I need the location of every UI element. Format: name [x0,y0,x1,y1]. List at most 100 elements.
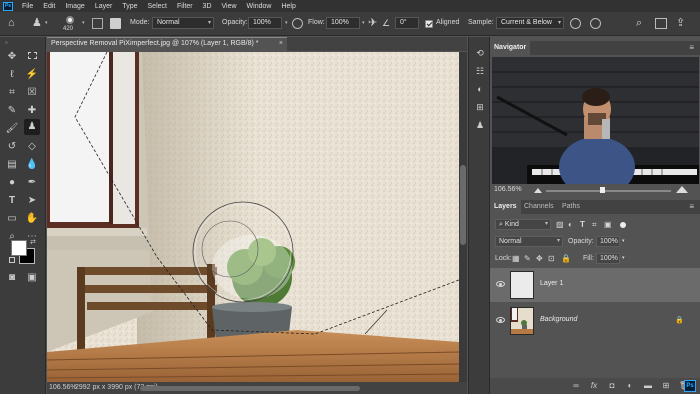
panel-menu-icon[interactable]: ≡ [689,43,694,52]
type-icon[interactable]: T [4,193,20,209]
libraries-panel-icon[interactable]: ⊞ [474,101,486,113]
smart-object-filter-icon[interactable]: ▣ [604,220,612,229]
clone-stamp-preset-icon[interactable]: ♟ [32,17,42,29]
opacity-caret-icon[interactable]: ▾ [622,238,625,244]
shape-filter-icon[interactable]: ⌗ [592,220,597,230]
search-icon[interactable]: ⌕ [636,17,642,29]
rectangle-icon[interactable]: ▭ [4,211,20,227]
path-select-icon[interactable]: ➤ [24,193,40,209]
move-tool-icon[interactable]: ✥ [4,49,20,65]
adjustments-panel-icon[interactable]: ◐ [474,83,486,95]
brush-preview-icon[interactable] [62,15,78,25]
zoom-out-icon[interactable] [534,188,542,193]
lock-artboard-icon[interactable]: ⊡ [548,254,555,263]
opacity-caret-icon[interactable]: ▾ [285,20,288,26]
tab-paths[interactable]: Paths [558,200,584,214]
blur-icon[interactable]: 💧 [24,157,40,173]
vertical-scroll-thumb[interactable] [460,165,466,245]
share-icon[interactable]: ⇪ [676,17,685,29]
lock-pixels-icon[interactable]: ✎ [524,254,531,263]
sample-dropdown[interactable]: Current & Below ▾ [496,17,564,29]
airbrush-icon[interactable]: ✈ [368,17,377,29]
filter-toggle-icon[interactable] [620,222,626,228]
brush-settings-icon[interactable] [92,18,103,29]
layer-opacity-input[interactable]: 100% [596,236,620,247]
history-panel-icon[interactable]: ⟲ [474,47,486,59]
menu-type[interactable]: Type [117,3,142,10]
workspace-icon[interactable] [655,18,667,29]
close-icon[interactable]: × [279,38,283,50]
link-layers-icon[interactable]: ∞ [570,380,582,392]
fx-icon[interactable]: fx [588,380,600,392]
ignore-adjustment-icon[interactable] [570,18,581,29]
screen-mode-icon[interactable]: ▣ [24,270,40,286]
lock-all-icon[interactable]: 🔒 [561,254,571,263]
properties-panel-icon[interactable]: ☷ [474,65,486,77]
menu-filter[interactable]: Filter [172,3,198,10]
history-brush-icon[interactable]: ↺ [4,139,20,155]
foreground-color-swatch[interactable] [11,240,27,256]
clone-stamp-icon[interactable]: ♟ [24,119,40,135]
pen-icon[interactable]: ✒ [24,175,40,191]
pressure-opacity-icon[interactable] [292,18,303,29]
menu-window[interactable]: Window [242,3,277,10]
flow-input[interactable]: 100% [326,17,360,29]
zoom-slider-handle[interactable] [600,187,605,193]
new-adjustment-icon[interactable]: ◐ [624,380,636,392]
preset-caret-icon[interactable]: ▾ [45,20,48,26]
tab-channels[interactable]: Channels [520,200,558,214]
lock-transparent-icon[interactable]: ▦ [512,254,520,263]
dodge-icon[interactable]: ● [4,175,20,191]
magic-wand-icon[interactable]: ⚡ [24,67,40,83]
layer-row-background[interactable]: Background 🔒 [490,304,700,338]
navigator-zoom-value[interactable]: 106.56% [494,186,522,193]
menu-3d[interactable]: 3D [198,3,217,10]
clone-source-panel-icon[interactable]: ♟ [474,119,486,131]
tab-navigator[interactable]: Navigator [490,41,531,55]
brush-caret-icon[interactable]: ▾ [82,20,85,26]
kind-filter-dropdown[interactable]: ⌕ Kind ▾ [495,219,551,230]
fill-input[interactable]: 100% [596,253,620,264]
blend-mode-dropdown[interactable]: Normal ▾ [495,236,563,247]
zoom-in-icon[interactable] [676,186,688,193]
menu-help[interactable]: Help [276,3,300,10]
new-group-icon[interactable]: ▬ [642,380,654,392]
new-layer-icon[interactable]: ⊞ [660,380,672,392]
hand-icon[interactable]: ✋ [24,211,40,227]
lock-position-icon[interactable]: ✥ [536,254,543,263]
flow-caret-icon[interactable]: ▾ [362,20,365,26]
crop-icon[interactable]: ⌗ [4,85,20,101]
healing-icon[interactable]: ✚ [24,103,40,119]
menu-file[interactable]: File [17,3,38,10]
quick-mask-icon[interactable]: ◙ [4,270,20,286]
marquee-icon[interactable] [24,49,40,65]
zoom-slider[interactable] [546,190,671,192]
clone-source-icon[interactable] [110,18,121,29]
type-filter-icon[interactable]: T [580,220,585,229]
horizontal-scroll-thumb[interactable] [140,386,360,391]
pixel-filter-icon[interactable]: ▨ [556,220,564,229]
layer-row-layer-1[interactable]: Layer 1 [490,268,700,302]
lasso-icon[interactable]: ℓ [4,67,20,83]
angle-input[interactable]: 0° [395,17,419,29]
tab-layers[interactable]: Layers [490,200,521,214]
collapse-icon[interactable]: » [5,40,8,46]
visibility-eye-icon[interactable] [496,317,505,323]
menu-select[interactable]: Select [143,3,172,10]
add-mask-icon[interactable]: ◘ [606,380,618,392]
fill-caret-icon[interactable]: ▾ [622,255,625,261]
menu-edit[interactable]: Edit [38,3,60,10]
zoom-level[interactable]: 106.56% [49,382,77,394]
visibility-eye-icon[interactable] [496,281,505,287]
opacity-input[interactable]: 100% [248,17,282,29]
adjustment-filter-icon[interactable]: ◐ [568,220,573,229]
mode-dropdown[interactable]: Normal ▾ [152,17,214,29]
pressure-size-icon[interactable] [590,18,601,29]
eyedropper-icon[interactable]: ✎ [4,103,20,119]
document-canvas[interactable] [47,52,459,382]
menu-layer[interactable]: Layer [90,3,118,10]
document-tab[interactable]: Perspective Removal PiXimperfect.jpg @ 1… [47,37,287,51]
aligned-checkbox[interactable] [425,20,433,28]
frame-icon[interactable]: ☒ [24,85,40,101]
home-icon[interactable]: ⌂ [8,17,15,29]
